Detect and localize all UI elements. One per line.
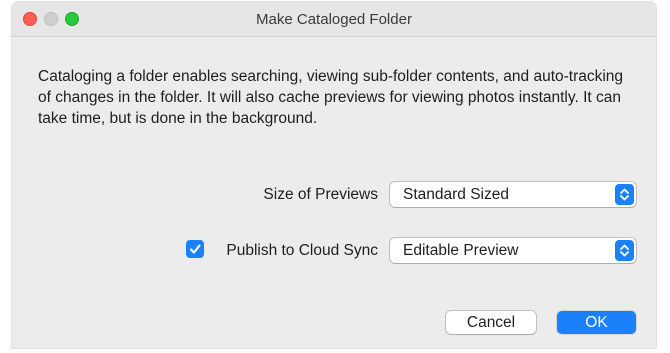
- cloud-sync-value: Editable Preview: [403, 242, 519, 259]
- checkmark-icon: [189, 244, 201, 254]
- preview-size-select[interactable]: Standard Sized: [390, 182, 636, 207]
- ok-button[interactable]: OK: [557, 311, 636, 334]
- title-bar: Make Cataloged Folder: [12, 2, 656, 37]
- cancel-button[interactable]: Cancel: [446, 311, 536, 334]
- cloud-sync-checkbox[interactable]: [186, 240, 204, 258]
- cloud-sync-select[interactable]: Editable Preview: [390, 238, 636, 263]
- updown-chevron-icon: [615, 184, 634, 205]
- cloud-sync-label[interactable]: Publish to Cloud Sync: [226, 242, 378, 260]
- window-title: Make Cataloged Folder: [256, 11, 412, 28]
- updown-chevron-icon: [615, 240, 634, 261]
- description-text: Cataloging a folder enables searching, v…: [38, 68, 624, 127]
- preview-size-label: Size of Previews: [263, 186, 378, 203]
- dialog-window: Make Cataloged Folder Cataloging a folde…: [12, 2, 656, 348]
- preview-size-value: Standard Sized: [403, 186, 509, 203]
